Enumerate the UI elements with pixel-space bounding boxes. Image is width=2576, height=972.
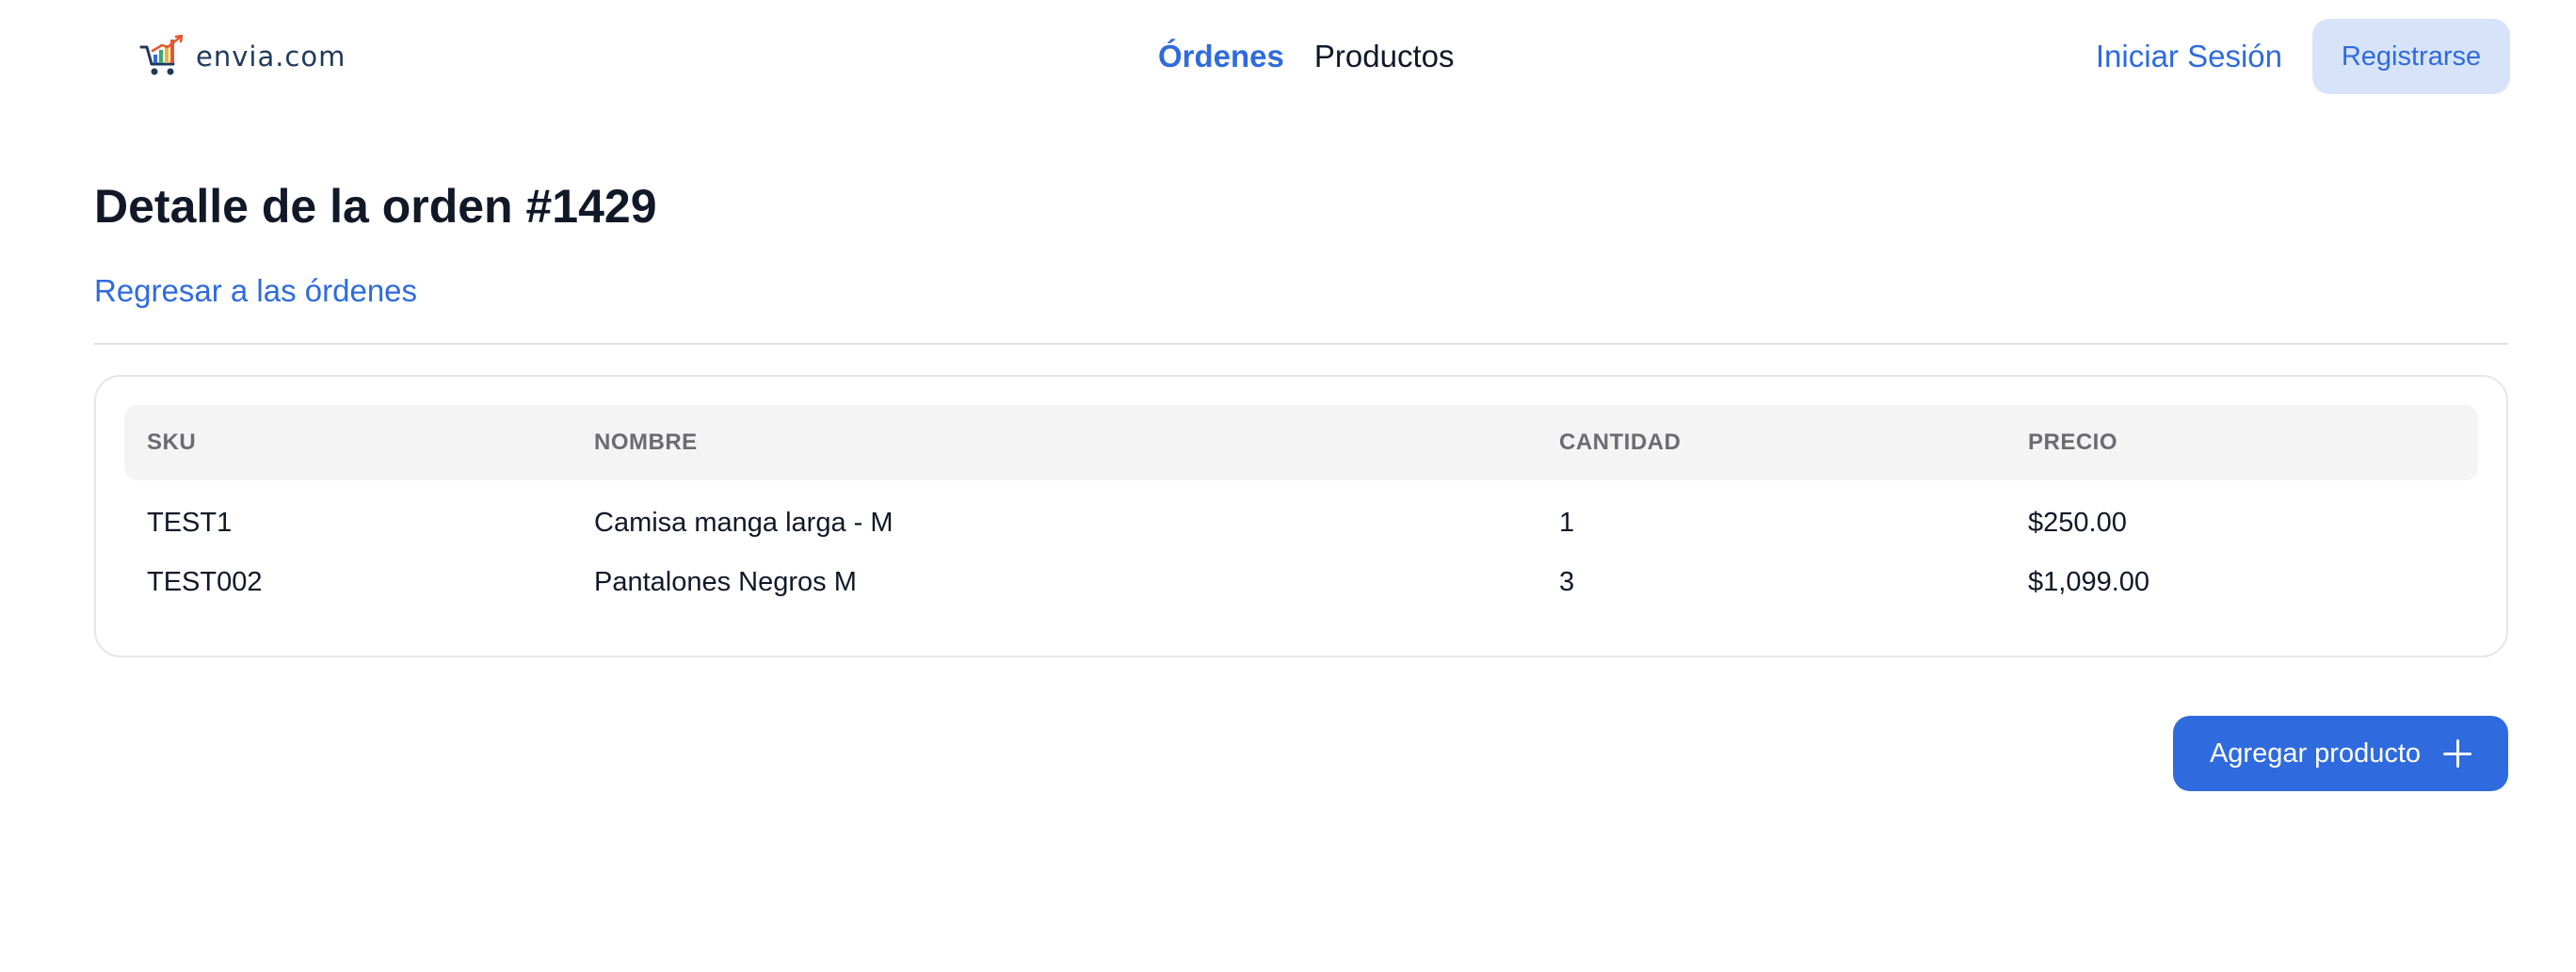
order-items-card: SKU NOMBRE CANTIDAD PRECIO TEST1 Camisa …: [94, 375, 2508, 657]
column-header-sku: SKU: [124, 405, 572, 480]
cell-precio: $250.00: [2028, 507, 2127, 538]
cell-cantidad: 3: [1559, 566, 1575, 597]
back-to-orders-link[interactable]: Regresar a las órdenes: [94, 273, 417, 309]
cell-sku: TEST1: [147, 507, 233, 538]
column-header-cantidad: CANTIDAD: [1537, 405, 2005, 480]
page: envia.com Órdenes Productos Iniciar Sesi…: [0, 0, 2576, 972]
table-row: TEST1 Camisa manga larga - M 1 $250.00: [124, 480, 2478, 548]
add-product-button[interactable]: Agregar producto: [2173, 716, 2508, 791]
cell-sku: TEST002: [147, 566, 263, 597]
logo-link[interactable]: envia.com: [139, 34, 346, 79]
page-title: Detalle de la orden #1429: [94, 180, 657, 233]
cell-nombre: Camisa manga larga - M: [594, 507, 894, 538]
column-header-precio: PRECIO: [2005, 405, 2478, 480]
top-navbar: envia.com Órdenes Productos Iniciar Sesi…: [0, 0, 2576, 113]
cart-chart-icon: [139, 34, 184, 75]
nav-link-productos[interactable]: Productos: [1314, 39, 1455, 74]
order-items-table: SKU NOMBRE CANTIDAD PRECIO TEST1 Camisa …: [124, 405, 2478, 616]
auth-actions: Iniciar Sesión Registrarse: [2096, 19, 2510, 94]
register-button[interactable]: Registrarse: [2312, 19, 2510, 94]
add-product-label: Agregar producto: [2209, 737, 2422, 769]
plus-icon: [2443, 739, 2472, 768]
table-header: SKU NOMBRE CANTIDAD PRECIO: [124, 405, 2478, 480]
main-nav: Órdenes Productos: [1158, 0, 1454, 113]
divider: [94, 343, 2508, 345]
cell-precio: $1,099.00: [2028, 566, 2150, 597]
login-link[interactable]: Iniciar Sesión: [2096, 39, 2282, 74]
logo-text: envia.com: [196, 40, 346, 73]
column-header-nombre: NOMBRE: [572, 405, 1537, 480]
cell-cantidad: 1: [1559, 507, 1575, 538]
cell-nombre: Pantalones Negros M: [594, 566, 857, 597]
nav-link-ordenes[interactable]: Órdenes: [1158, 39, 1284, 74]
table-row: TEST002 Pantalones Negros M 3 $1,099.00: [124, 548, 2478, 616]
